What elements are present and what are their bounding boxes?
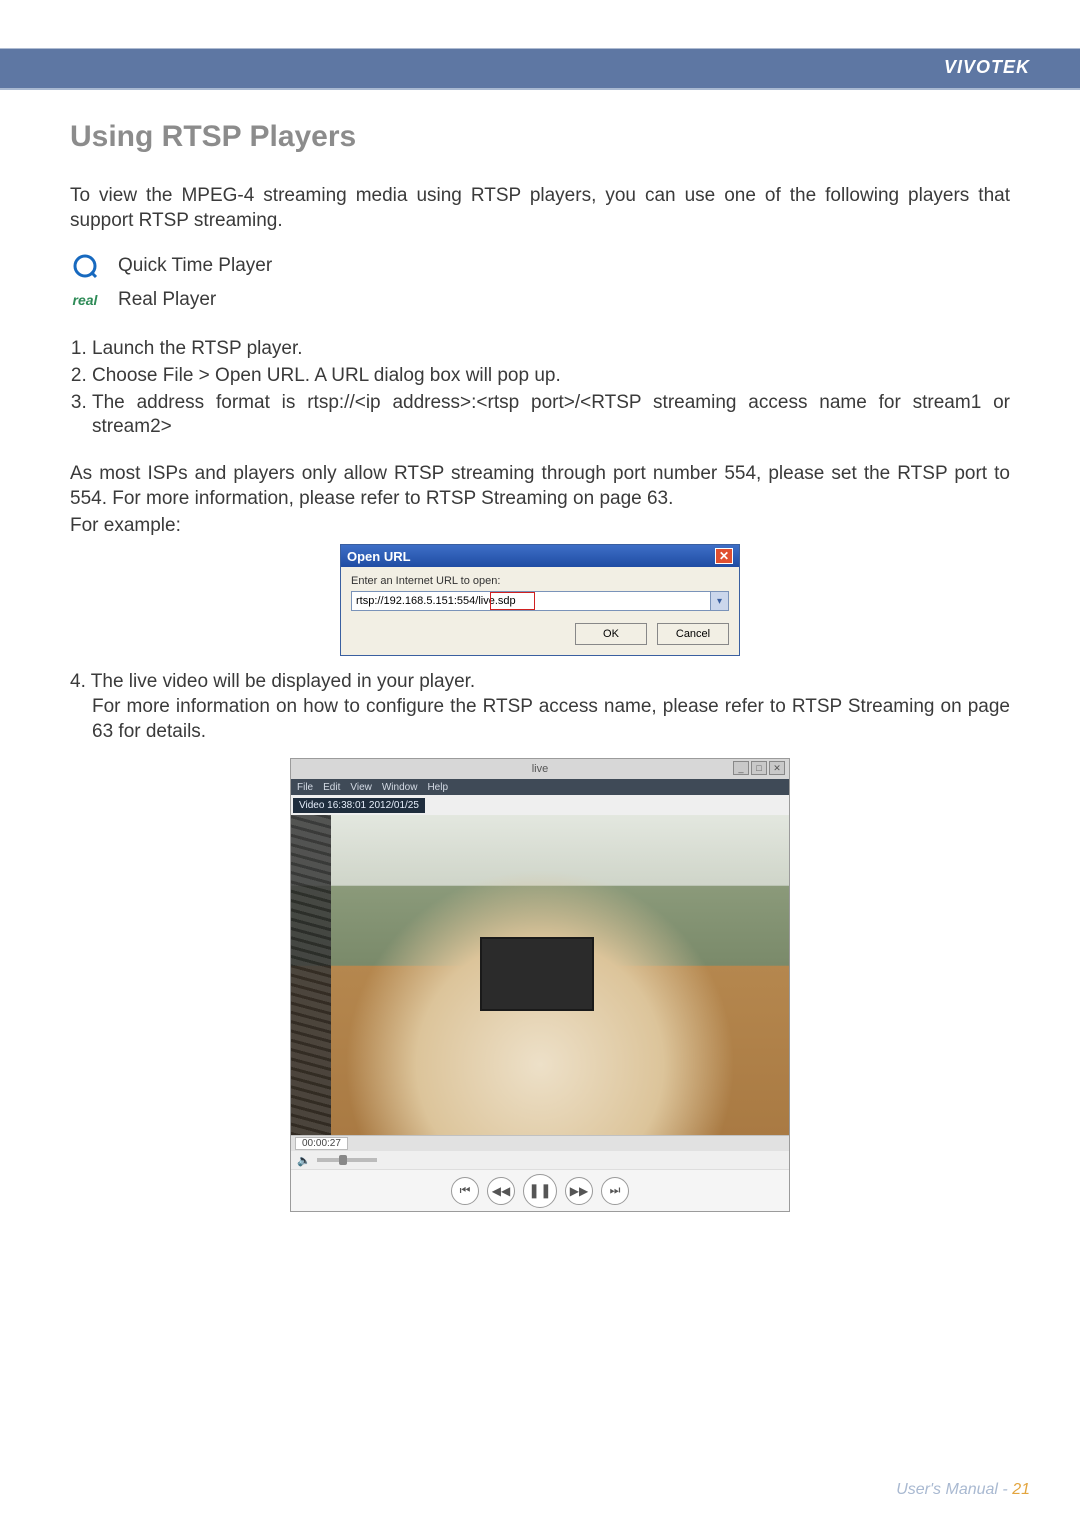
footer-label: User's Manual - (896, 1481, 1012, 1498)
realplayer-icon: real (70, 285, 100, 315)
dialog-titlebar: Open URL ✕ (341, 545, 739, 567)
page-number: 21 (1012, 1481, 1030, 1498)
intro-paragraph: To view the MPEG-4 streaming media using… (70, 184, 1010, 233)
step-2: Choose File > Open URL. A URL dialog box… (92, 364, 1010, 389)
menu-window[interactable]: Window (382, 782, 418, 793)
menu-edit[interactable]: Edit (323, 782, 340, 793)
player-row-quicktime: Quick Time Player (70, 251, 1010, 281)
volume-knob[interactable] (339, 1155, 347, 1165)
player-label: Real Player (118, 289, 216, 311)
dialog-body: Enter an Internet URL to open: ▾ OK Canc… (341, 567, 739, 655)
step-1: Launch the RTSP player. (92, 337, 1010, 362)
player-titlebar: live _ □ ✕ (291, 759, 789, 779)
close-icon[interactable]: ✕ (715, 548, 733, 564)
video-timestamp-overlay: Video 16:38:01 2012/01/25 (293, 798, 425, 813)
url-combobox[interactable]: ▾ (351, 591, 729, 611)
maximize-icon[interactable]: □ (751, 761, 767, 775)
player-title-text: live (532, 763, 549, 775)
video-frame (291, 815, 789, 1135)
volume-row: 🔈 (291, 1151, 789, 1169)
ok-button[interactable]: OK (575, 623, 647, 645)
open-url-dialog: Open URL ✕ Enter an Internet URL to open… (340, 544, 740, 656)
video-overlay-row: Video 16:38:01 2012/01/25 (291, 795, 789, 815)
for-example-label: For example: (70, 514, 1010, 539)
header-band: VIVOTEK (0, 0, 1080, 90)
transport-controls: ⏮ ◀◀ ❚❚ ▶▶ ⏭ (291, 1169, 789, 1211)
player-label: Quick Time Player (118, 255, 272, 277)
page-content: Using RTSP Players To view the MPEG-4 st… (0, 90, 1080, 1212)
elapsed-time: 00:00:27 (295, 1137, 348, 1150)
steps-list: Launch the RTSP player. Choose File > Op… (70, 337, 1010, 440)
skip-forward-icon[interactable]: ⏭ (601, 1177, 629, 1205)
dialog-title-text: Open URL (347, 549, 411, 564)
skip-back-icon[interactable]: ⏮ (451, 1177, 479, 1205)
chevron-down-icon[interactable]: ▾ (710, 592, 728, 610)
volume-slider[interactable] (317, 1158, 377, 1162)
rewind-icon[interactable]: ◀◀ (487, 1177, 515, 1205)
window-buttons: _ □ ✕ (733, 761, 785, 775)
close-icon[interactable]: ✕ (769, 761, 785, 775)
cancel-button[interactable]: Cancel (657, 623, 729, 645)
menu-help[interactable]: Help (427, 782, 448, 793)
forward-icon[interactable]: ▶▶ (565, 1177, 593, 1205)
player-window: live _ □ ✕ File Edit View Window Help Vi… (290, 758, 790, 1212)
menu-file[interactable]: File (297, 782, 313, 793)
minimize-icon[interactable]: _ (733, 761, 749, 775)
step-4-lead: 4. The live video will be displayed in y… (70, 671, 475, 692)
url-input[interactable] (352, 592, 710, 610)
pause-icon[interactable]: ❚❚ (523, 1174, 557, 1208)
player-window-wrap: live _ □ ✕ File Edit View Window Help Vi… (70, 758, 1010, 1212)
step-text: Choose File > Open URL. A URL dialog box… (92, 365, 561, 386)
time-bar: 00:00:27 (291, 1135, 789, 1151)
brand-label: VIVOTEK (944, 57, 1030, 78)
open-url-dialog-wrap: Open URL ✕ Enter an Internet URL to open… (70, 544, 1010, 656)
player-list: Quick Time Player real Real Player (70, 251, 1010, 315)
quicktime-icon (70, 251, 100, 281)
step-text: Launch the RTSP player. (92, 338, 303, 359)
dialog-button-row: OK Cancel (351, 623, 729, 645)
isp-note: As most ISPs and players only allow RTSP… (70, 462, 1010, 511)
step-4-block: 4. The live video will be displayed in y… (70, 670, 1010, 744)
step-text: The address format is rtsp://<ip address… (92, 392, 1010, 438)
dialog-field-label: Enter an Internet URL to open: (351, 575, 729, 587)
player-row-realplayer: real Real Player (70, 285, 1010, 315)
step-4-sub: For more information on how to configure… (70, 695, 1010, 744)
player-menubar: File Edit View Window Help (291, 779, 789, 795)
menu-view[interactable]: View (350, 782, 372, 793)
step-3: The address format is rtsp://<ip address… (92, 391, 1010, 440)
footer: User's Manual - 21 (896, 1481, 1030, 1499)
section-title: Using RTSP Players (70, 120, 1010, 154)
speaker-icon[interactable]: 🔈 (297, 1154, 311, 1167)
